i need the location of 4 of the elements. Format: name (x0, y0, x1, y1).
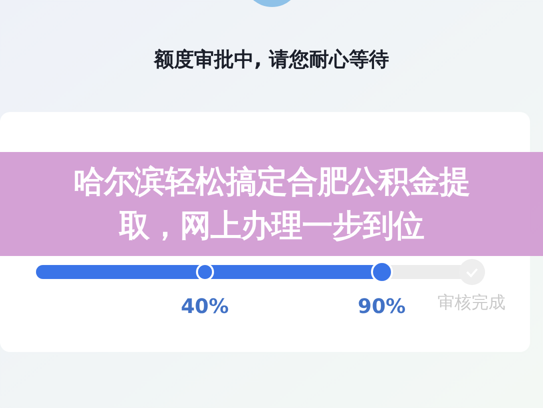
headline-text: 哈尔滨轻松搞定合肥公积金提取，网上办理一步到位 (73, 164, 470, 244)
status-title: 额度审批中, 请您耐心等待 (154, 46, 389, 73)
step-label: 90% (358, 293, 406, 320)
step-label: 40% (180, 293, 229, 320)
